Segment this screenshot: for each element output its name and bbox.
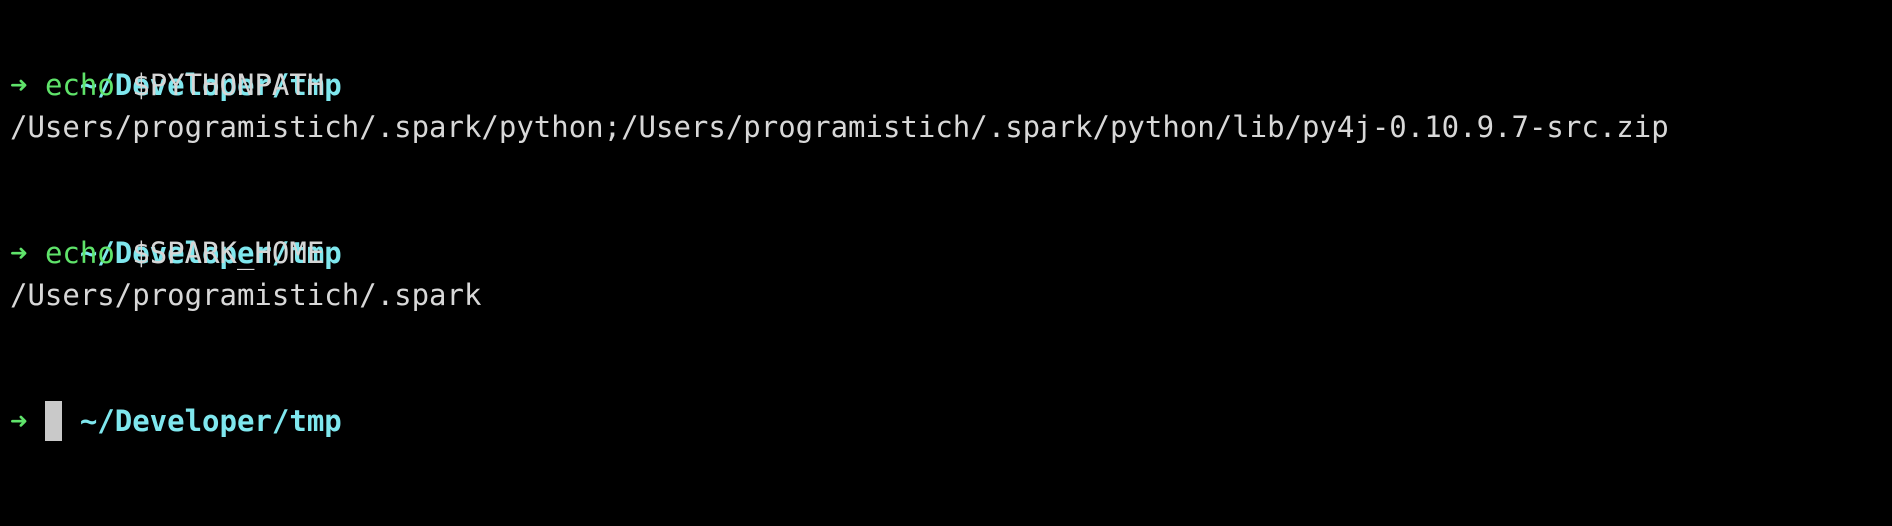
command-argument: $PYTHONPATH [132,68,325,102]
command-line: ➜ echo $SPARK_HOME [10,232,1892,274]
prompt-cwd-line: ~/Developer/tmp [10,190,1892,270]
command-name: echo [44,68,115,102]
prompt-arrow-icon: ➜ [10,68,28,102]
command-line: ➜ echo $PYTHONPATH [10,64,1892,106]
prompt-arrow-icon: ➜ [10,236,28,270]
command-name: echo [44,236,115,270]
prompt-arrow-icon: ➜ [10,404,28,438]
prompt-cwd-line: ~/Developer/tmp [10,22,1892,102]
terminal-window[interactable]: ~/Developer/tmp ➜ echo $PYTHONPATH /User… [0,0,1892,526]
command-output: /Users/programistich/.spark/python;/User… [10,110,1669,144]
text-cursor[interactable] [44,401,62,441]
command-output: /Users/programistich/.spark [10,278,482,312]
command-argument: $SPARK_HOME [132,236,325,270]
current-directory: ~/Developer/tmp [79,404,342,438]
prompt-cwd-line: ~/Developer/tmp [10,358,1892,438]
